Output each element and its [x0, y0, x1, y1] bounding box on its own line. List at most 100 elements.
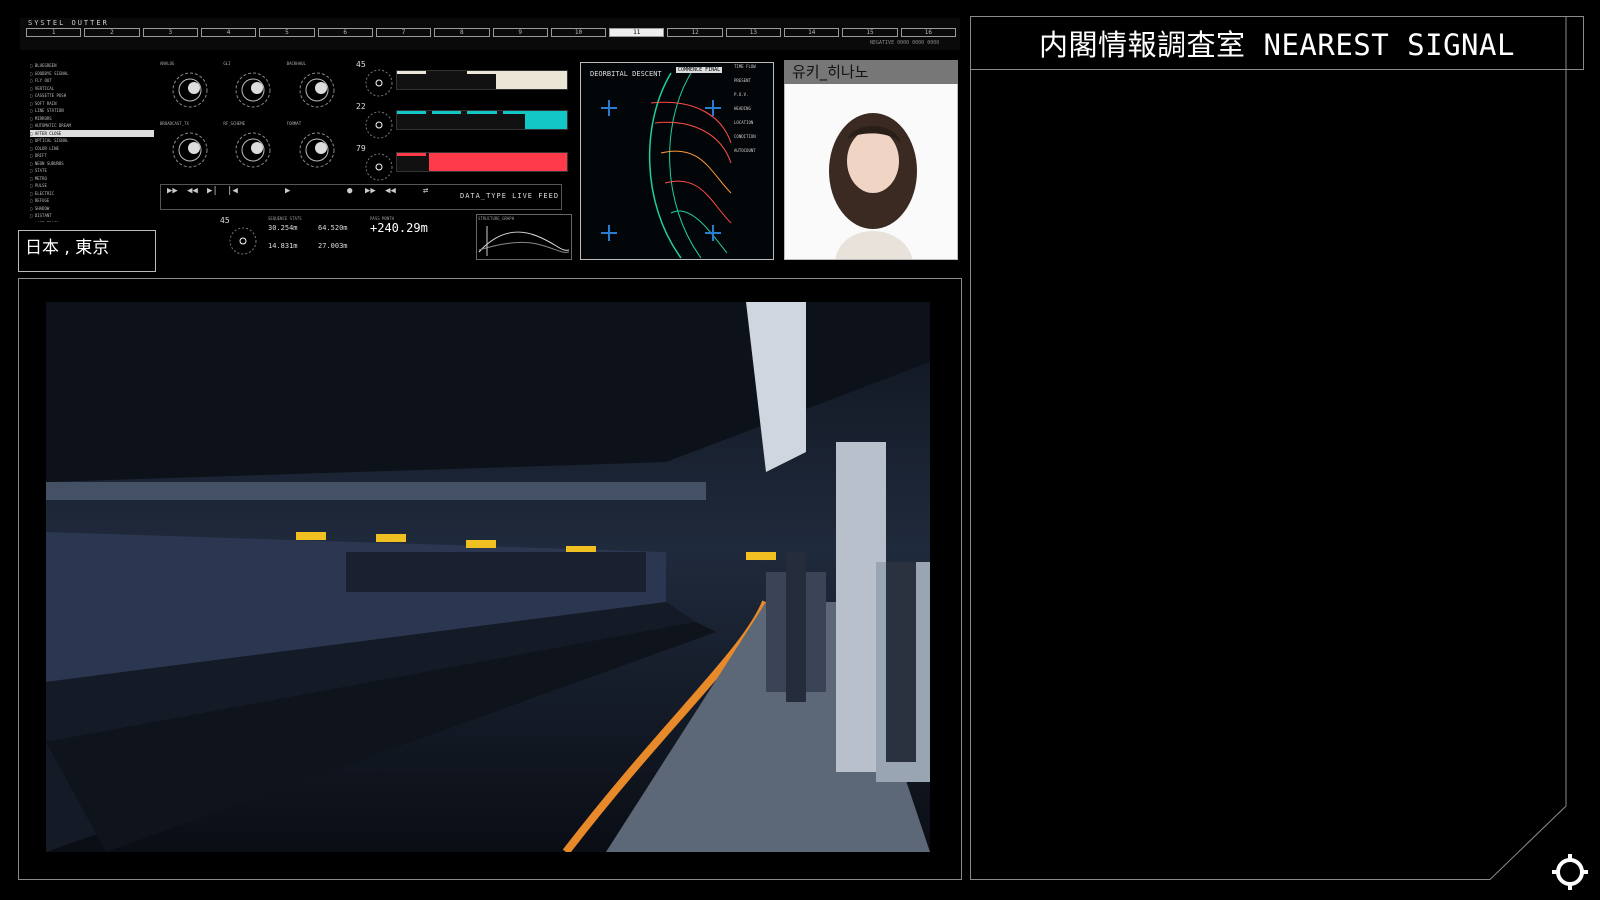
track-list-item[interactable]: □ DISTANT [30, 212, 154, 220]
track-list-item[interactable]: □ AUTOMATIC DREAM [30, 122, 154, 130]
structure-graph: STRUCTURE_GRAPH [476, 214, 572, 260]
level-bars [396, 62, 568, 180]
track-list-item[interactable]: □ LINE STATION [30, 107, 154, 115]
track-list-item[interactable]: □ MIRRORS [30, 115, 154, 123]
level-bar-fill [429, 153, 567, 171]
track-list-item[interactable]: □ COLOR LINE [30, 145, 154, 153]
segment-tab[interactable]: 3 [142, 28, 198, 37]
header-subtext: NEGATIVE 0000 0000 0000 [870, 40, 940, 46]
location-label: 日本 , 東京 [18, 230, 156, 272]
gauge-label: RF_SCHEME [223, 121, 246, 126]
segment-tab[interactable]: 11 [609, 28, 665, 37]
track-list-item[interactable]: □ VERTICAL [30, 85, 154, 93]
level-bar-fill [524, 111, 567, 129]
stat-value: 14.831m [268, 242, 298, 250]
segment-tab[interactable]: 12 [667, 28, 723, 37]
segment-tab[interactable]: 13 [725, 28, 782, 37]
track-list-item[interactable]: □ SOFT RAIN [30, 100, 154, 108]
gauge-label: BACKHAUL [286, 61, 306, 66]
pass-month-value: +240.29m [370, 221, 428, 235]
track-list-item[interactable]: □ GOODBYE SIGNAL [30, 70, 154, 78]
track-list-item[interactable]: □ SHADOW [30, 205, 154, 213]
track-list-item[interactable]: □ FLY OUT [30, 77, 154, 85]
gauge-label: BROADCAST_TX [160, 121, 189, 126]
level-bar [396, 70, 568, 90]
segment-tab[interactable]: 10 [550, 28, 607, 37]
gauge-dial-icon [235, 72, 271, 108]
map-side-item: P.O.V. [734, 92, 749, 97]
gauge: FORMAT [285, 120, 348, 180]
back-icon[interactable]: |◀ [227, 186, 238, 196]
segment-bar: 1 2 3 4 5 6 7 8 9 10 11 12 13 14 15 16 [26, 28, 956, 37]
pass-month: PASS MONTH +240.29m [370, 216, 466, 260]
profile-card [784, 60, 958, 260]
map-title: DEORBITAL DESCENT [590, 70, 662, 78]
sequence-stats: SEQUENCE STATS 30.254m 64.520m 14.831m 2… [268, 216, 368, 260]
segment-tab[interactable]: 4 [200, 28, 257, 37]
level-bar [396, 152, 568, 172]
stat-value: 30.254m [268, 224, 298, 232]
step-icon[interactable]: ▶| [207, 186, 218, 196]
gauge: BROADCAST_TX [158, 120, 221, 180]
dial-icon [229, 227, 257, 255]
dial-icon [365, 111, 393, 139]
gauge-dial-icon [172, 132, 208, 168]
data-type-label: DATA_TYPE LIVE FEED [460, 192, 560, 200]
track-list-item[interactable]: □ OPTICAL SIGNAL [30, 137, 154, 145]
segment-tab[interactable]: 14 [784, 28, 840, 37]
play-icon[interactable]: ▶▶ [167, 186, 178, 196]
track-list-item[interactable]: □ BLUEGREEN [30, 62, 154, 70]
segment-tab[interactable]: 9 [492, 28, 548, 37]
segment-tab[interactable]: 5 [259, 28, 315, 37]
agency-logo-icon [1552, 854, 1588, 890]
forward-icon[interactable]: ▶▶ [365, 186, 376, 196]
dial-value: 45 [220, 216, 230, 225]
rewind-icon[interactable]: ◀◀ [187, 186, 198, 196]
right-panel-frame [970, 16, 1567, 880]
segment-tab[interactable]: 2 [84, 28, 140, 37]
map-tag: COMMENCE FINAL [676, 67, 723, 73]
track-list-item[interactable]: □ REFUGE [30, 197, 154, 205]
track-list-item[interactable]: □ AFTER CLOSE [30, 129, 154, 137]
segment-tab[interactable]: 1 [26, 28, 82, 37]
track-list-item[interactable]: □ PULSE [30, 182, 154, 190]
dial-icon [365, 153, 393, 181]
record-icon[interactable]: ● [347, 186, 352, 196]
back-skip-icon[interactable]: ◀◀ [385, 186, 396, 196]
segment-tab[interactable]: 7 [375, 28, 432, 37]
structure-graph-header: STRUCTURE_GRAPH [478, 216, 515, 221]
play-main-icon[interactable]: ▶ [285, 186, 290, 196]
segment-tab[interactable]: 8 [434, 28, 490, 37]
map-side-item: AUTOCOUNT [734, 148, 756, 153]
track-list-item[interactable]: □ NEON SUBURBS [30, 160, 154, 168]
gauge: ANALOG [158, 60, 221, 120]
segment-tab[interactable]: 16 [900, 28, 956, 37]
dial-icon [365, 69, 393, 97]
track-list-item[interactable]: □ CASSETTE PUSH [30, 92, 154, 100]
level-bar [396, 110, 568, 130]
gauge: GLI [221, 60, 284, 120]
gauge-label: GLI [223, 61, 231, 66]
loop-icon[interactable]: ⇄ [423, 186, 428, 196]
profile-name: 유키_히나노 [784, 60, 958, 84]
level-bar-fill [495, 71, 567, 89]
panel-title: 内閣情報調査室 NEAREST SIGNAL [970, 16, 1584, 70]
map-side-item: HEADING [734, 106, 751, 111]
gauge-label: FORMAT [286, 121, 302, 126]
gauge-dial-icon [172, 72, 208, 108]
track-list-item[interactable]: □ METRO [30, 175, 154, 183]
gauge-label: ANALOG [160, 61, 175, 66]
segment-tab[interactable]: 6 [317, 28, 373, 37]
station-photo [46, 302, 930, 852]
station-platform-image [46, 302, 930, 852]
track-list-item[interactable]: □ LAST TRAIN [30, 220, 154, 223]
sparkline-icon [478, 226, 570, 256]
track-list-item[interactable]: □ ELECTRIC [30, 190, 154, 198]
gauge-dial-icon [299, 72, 335, 108]
map-side-item: PRESENT [734, 78, 751, 83]
segment-tab[interactable]: 15 [842, 28, 898, 37]
track-list-item[interactable]: □ STATE [30, 167, 154, 175]
stat-value: 64.520m [318, 224, 348, 232]
gauge-dial-icon [299, 132, 335, 168]
track-list-item[interactable]: □ DRIFT [30, 152, 154, 160]
